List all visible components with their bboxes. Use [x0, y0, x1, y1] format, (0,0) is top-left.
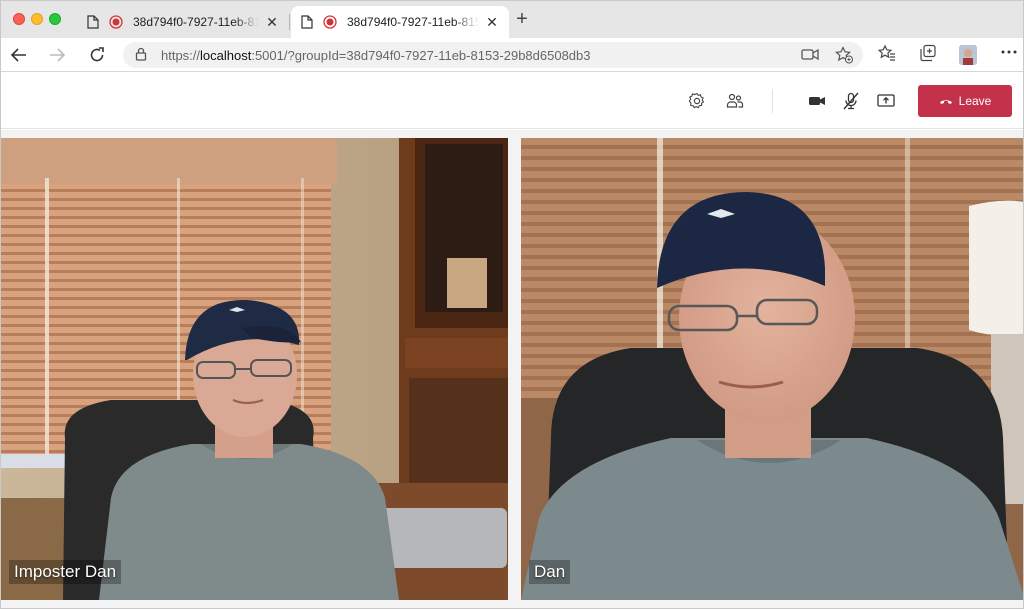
url-host: localhost	[200, 48, 252, 63]
favorites-icon[interactable]	[878, 44, 896, 62]
tab-1[interactable]: 38d794f0-7927-11eb-8153-29b8d6508db3 ✕	[77, 6, 289, 38]
profile-avatar[interactable]	[959, 45, 977, 65]
video-tile-imposter-dan[interactable]: Imposter Dan	[1, 138, 508, 600]
forward-arrow-icon[interactable]	[45, 43, 69, 67]
hang-up-icon	[939, 100, 952, 104]
lock-icon[interactable]	[135, 47, 147, 61]
toolbar-divider	[772, 89, 773, 113]
call-controls-bar: Leave	[1, 73, 1023, 129]
tab-title: 38d794f0-7927-11eb-8153-29b8d6508db3	[347, 15, 479, 29]
refresh-icon[interactable]	[85, 43, 109, 67]
tab-strip: 38d794f0-7927-11eb-8153-29b8d6508db3 ✕ 3…	[1, 1, 1023, 38]
recording-icon	[109, 15, 123, 29]
leave-call-button[interactable]: Leave	[918, 85, 1012, 117]
microphone-muted-icon[interactable]	[841, 91, 861, 111]
minimize-window-button[interactable]	[31, 13, 43, 25]
tab-close-icon[interactable]: ✕	[265, 14, 279, 31]
video-gallery: Imposter Dan Dan	[1, 130, 1023, 608]
settings-gear-icon[interactable]	[687, 91, 707, 111]
more-options-icon[interactable]	[1001, 50, 1017, 54]
participant-video-feed	[1, 138, 508, 600]
video-camera-icon[interactable]	[807, 91, 827, 111]
add-favorite-icon[interactable]	[835, 46, 853, 64]
new-tab-plus-icon[interactable]: +	[513, 9, 531, 29]
participant-video-feed	[521, 138, 1023, 600]
browser-window: 38d794f0-7927-11eb-8153-29b8d6508db3 ✕ 3…	[0, 0, 1024, 609]
tab-2[interactable]: 38d794f0-7927-11eb-8153-29b8d6508db3 ✕	[291, 6, 509, 38]
tab-title: 38d794f0-7927-11eb-8153-29b8d6508db3	[133, 15, 259, 29]
address-bar[interactable]: https://localhost:5001/?groupId=38d794f0…	[123, 42, 863, 68]
tab-divider	[289, 14, 290, 30]
share-screen-icon[interactable]	[876, 91, 896, 111]
leave-label: Leave	[958, 94, 992, 108]
video-tile-dan[interactable]: Dan	[521, 138, 1023, 600]
tab-close-icon[interactable]: ✕	[485, 14, 499, 31]
url-path: :5001/?groupId=38d794f0-7927-11eb-8153-2…	[251, 48, 591, 63]
participants-icon[interactable]	[725, 91, 745, 111]
url-prefix: https://	[161, 48, 201, 63]
back-arrow-icon[interactable]	[7, 43, 31, 67]
page-icon	[301, 15, 313, 29]
zoom-window-button[interactable]	[49, 13, 61, 25]
participant-name-label: Imposter Dan	[9, 560, 122, 584]
participant-name-label: Dan	[529, 560, 571, 584]
browser-toolbar: https://localhost:5001/?groupId=38d794f0…	[1, 38, 1023, 72]
url-text: https://localhost:5001/?groupId=38d794f0…	[161, 48, 591, 63]
page-icon	[87, 15, 99, 29]
collections-icon[interactable]	[919, 44, 937, 62]
camera-permission-icon[interactable]	[801, 46, 819, 62]
close-window-button[interactable]	[13, 13, 25, 25]
recording-icon	[323, 15, 337, 29]
